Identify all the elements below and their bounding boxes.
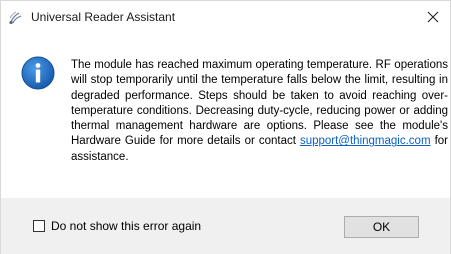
error-dialog: Universal Reader Assistant The module ha… <box>0 0 451 254</box>
support-email-link[interactable]: support@thingmagic.com <box>300 135 431 147</box>
title-bar: Universal Reader Assistant <box>1 1 450 34</box>
checkbox-box[interactable] <box>33 220 45 232</box>
close-icon <box>427 11 439 23</box>
info-icon <box>21 56 55 90</box>
window-title: Universal Reader Assistant <box>31 10 176 24</box>
reader-app-icon <box>8 10 23 25</box>
close-button[interactable] <box>416 1 450 33</box>
error-message: The module has reached maximum operating… <box>71 58 448 165</box>
dialog-footer: Do not show this error again OK <box>1 198 450 254</box>
checkbox-label: Do not show this error again <box>51 219 202 233</box>
ok-button[interactable]: OK <box>344 216 419 238</box>
do-not-show-again-checkbox[interactable]: Do not show this error again <box>33 219 201 233</box>
